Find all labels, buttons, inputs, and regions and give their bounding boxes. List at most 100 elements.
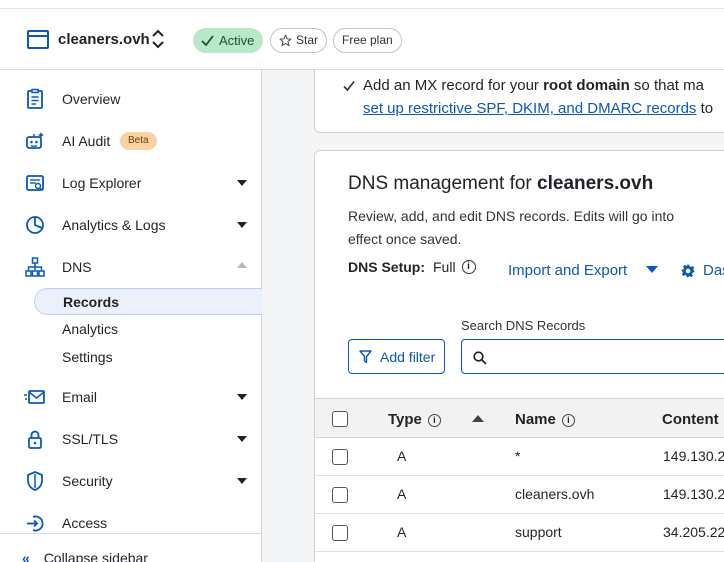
plan-badge[interactable]: Free plan xyxy=(333,28,402,53)
clipboard-icon xyxy=(27,88,43,109)
dns-setup-label: DNS Setup: xyxy=(348,259,425,275)
mx-record-notice: Add an MX record for your root domain so… xyxy=(314,70,724,133)
pie-chart-icon xyxy=(26,216,44,234)
sidebar-item-ai-audit[interactable]: AI Audit Beta xyxy=(0,121,262,161)
sidebar-item-label: Security xyxy=(62,473,113,489)
sidebar-item-analytics-logs[interactable]: Analytics & Logs xyxy=(0,205,262,245)
star-button[interactable]: Star xyxy=(270,28,328,53)
chevron-up-icon[interactable] xyxy=(237,262,247,268)
page-title: DNS management for cleaners.ovh xyxy=(348,173,654,194)
zone-name[interactable]: cleaners.ovh xyxy=(58,31,150,48)
chevron-down-icon[interactable] xyxy=(237,180,247,186)
info-icon[interactable]: i xyxy=(461,260,476,274)
sidebar-subitem-settings[interactable]: Settings xyxy=(34,344,262,371)
add-filter-button[interactable]: Add filter xyxy=(348,339,445,374)
sidebar-subitem-records[interactable]: Records xyxy=(34,288,262,315)
sidebar-item-access[interactable]: Access xyxy=(0,503,262,543)
double-chevron-left-icon: « xyxy=(22,550,30,562)
spf-dkim-dmarc-link[interactable]: set up restrictive SPF, DKIM, and DMARC … xyxy=(363,100,696,117)
email-icon xyxy=(24,390,45,404)
chevron-down-icon[interactable] xyxy=(237,436,247,442)
main-content: Add an MX record for your root domain so… xyxy=(262,70,724,562)
sort-ascending-icon[interactable] xyxy=(472,415,484,422)
chevron-up-down-icon[interactable] xyxy=(150,28,166,50)
sidebar-item-log-explorer[interactable]: Log Explorer xyxy=(0,163,262,203)
header-divider xyxy=(0,8,724,9)
sidebar-item-label: Email xyxy=(62,389,98,405)
sidebar-item-label: Log Explorer xyxy=(62,175,142,191)
star-icon xyxy=(279,34,292,47)
dns-management-card: DNS management for cleaners.ovh Review, … xyxy=(314,150,724,562)
dns-description: Review, add, and edit DNS records. Edits… xyxy=(348,208,675,247)
row-checkbox[interactable] xyxy=(332,525,348,541)
search-input-box[interactable] xyxy=(461,339,724,374)
sidebar-subitem-analytics[interactable]: Analytics xyxy=(34,316,262,343)
record-type: A xyxy=(397,524,407,540)
lock-icon xyxy=(28,430,42,449)
sidebar-item-dns[interactable]: DNS xyxy=(0,247,262,287)
gear-icon[interactable] xyxy=(681,264,695,278)
record-type: A xyxy=(397,486,407,502)
row-checkbox[interactable] xyxy=(332,449,348,465)
status-badge-label: Active xyxy=(219,33,255,48)
star-button-label: Star xyxy=(296,33,319,47)
shield-icon xyxy=(27,471,43,491)
chevron-down-icon[interactable] xyxy=(237,394,247,400)
mx-notice-text-2: set up restrictive SPF, DKIM, and DMARC … xyxy=(363,100,714,117)
dns-setup: DNS Setup: Full i xyxy=(348,259,476,275)
record-content: 149.130.2 xyxy=(663,486,724,502)
sidebar-item-label: Overview xyxy=(62,91,121,107)
sidebar-item-label: SSL/TLS xyxy=(62,431,119,447)
chevron-down-icon[interactable] xyxy=(646,266,658,273)
sidebar-item-overview[interactable]: Overview xyxy=(0,79,262,119)
sidebar-divider xyxy=(0,533,262,534)
search-input[interactable] xyxy=(492,345,724,369)
table-row[interactable]: A support 34.205.22 xyxy=(315,514,724,552)
table-header: Type i Name i Content xyxy=(315,398,724,438)
robot-icon xyxy=(26,132,44,149)
sidebar-item-ssl-tls[interactable]: SSL/TLS xyxy=(0,419,262,459)
add-filter-label: Add filter xyxy=(380,348,436,365)
record-name: support xyxy=(515,524,562,540)
sidebar-item-label: AI Audit xyxy=(62,133,111,149)
zone-window-icon xyxy=(27,30,49,49)
info-icon[interactable]: i xyxy=(427,414,441,427)
check-icon xyxy=(343,81,355,92)
table-row[interactable]: A * 149.130.2 xyxy=(315,438,724,476)
table-row[interactable]: A cleaners.ovh 149.130.2 xyxy=(315,476,724,514)
chevron-down-icon[interactable] xyxy=(237,222,247,228)
check-icon xyxy=(201,35,214,46)
record-name: * xyxy=(515,448,521,464)
log-explorer-icon xyxy=(26,175,44,191)
sitemap-icon xyxy=(25,257,45,277)
sidebar-item-label: DNS xyxy=(62,259,92,275)
beta-badge: Beta xyxy=(120,132,157,150)
status-badge: Active xyxy=(193,28,264,53)
access-icon xyxy=(27,515,44,532)
search-icon xyxy=(473,351,487,365)
sidebar: Overview AI Audit Beta Log Explorer Anal… xyxy=(0,70,262,562)
dashboard-link[interactable]: Das xyxy=(703,262,724,279)
row-checkbox[interactable] xyxy=(332,487,348,503)
column-name[interactable]: Name i xyxy=(515,411,575,428)
zone-header: cleaners.ovh Active Star Free plan xyxy=(0,0,724,70)
chevron-down-icon[interactable] xyxy=(237,478,247,484)
import-export-button[interactable]: Import and Export xyxy=(508,262,627,279)
plan-badge-label: Free plan xyxy=(342,33,393,47)
column-type[interactable]: Type i xyxy=(388,411,441,428)
sidebar-item-email[interactable]: Email xyxy=(0,377,262,417)
dns-setup-value: Full xyxy=(433,259,456,275)
info-icon[interactable]: i xyxy=(561,414,575,427)
sidebar-item-label: Access xyxy=(62,515,108,531)
collapse-sidebar-button[interactable]: « Collapse sidebar xyxy=(22,550,148,562)
filter-icon xyxy=(359,349,372,363)
select-all-checkbox[interactable] xyxy=(332,411,348,427)
collapse-sidebar-label: Collapse sidebar xyxy=(43,550,148,562)
search-label: Search DNS Records xyxy=(461,318,586,333)
sidebar-item-security[interactable]: Security xyxy=(0,461,262,501)
sidebar-item-label: Analytics & Logs xyxy=(62,217,166,233)
record-content: 34.205.22 xyxy=(663,524,724,540)
column-content[interactable]: Content xyxy=(662,411,719,428)
record-type: A xyxy=(397,448,407,464)
mx-notice-text: Add an MX record for your root domain so… xyxy=(363,77,704,94)
